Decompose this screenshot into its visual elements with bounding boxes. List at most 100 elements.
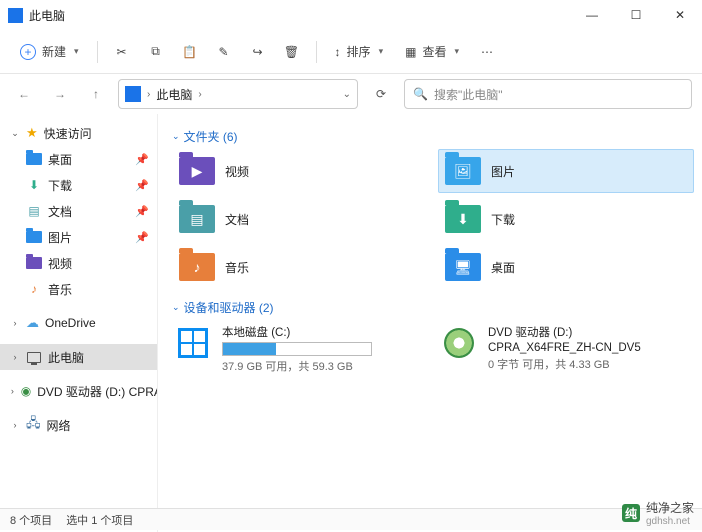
sidebar-item-desktop[interactable]: 桌面 📌 (0, 146, 157, 172)
minimize-button[interactable]: — (570, 0, 614, 30)
watermark-url: gdhsh.net (646, 516, 694, 527)
chevron-right-icon: › (10, 352, 20, 362)
chevron-down-icon: ▾ (74, 46, 79, 57)
rename-button[interactable]: ✎ (208, 36, 240, 68)
copy-button[interactable]: ⧉ (140, 36, 172, 68)
cloud-icon: ☁ (26, 315, 39, 331)
window-controls: — ☐ ✕ (570, 0, 702, 30)
sidebar-item-downloads[interactable]: ⬇ 下载 📌 (0, 172, 157, 198)
sidebar-item-label: 此电脑 (48, 349, 84, 366)
refresh-button[interactable]: ⟳ (366, 79, 396, 109)
group-label: 文件夹 (6) (184, 128, 238, 145)
group-label: 设备和驱动器 (2) (184, 299, 274, 316)
sidebar-item-label: 下载 (48, 177, 72, 194)
sidebar-item-videos[interactable]: 视频 (0, 250, 157, 276)
folder-icon: 🖥 (445, 253, 481, 281)
sidebar-this-pc[interactable]: › 此电脑 (0, 344, 157, 370)
watermark: 纯 纯净之家 gdhsh.net (622, 499, 694, 527)
sidebar-item-pictures[interactable]: 图片 📌 (0, 224, 157, 250)
share-icon: ↪ (253, 45, 263, 59)
folder-icon (26, 151, 42, 167)
up-button[interactable]: ↑ (82, 80, 110, 108)
folder-icon (26, 229, 42, 245)
view-button[interactable]: ▦ 查看 ▾ (395, 36, 469, 68)
breadcrumb[interactable]: 此电脑 (156, 86, 192, 103)
paste-icon: 📋 (182, 45, 197, 59)
close-button[interactable]: ✕ (658, 0, 702, 30)
music-icon: ♪ (26, 281, 42, 297)
pin-icon: 📌 (135, 231, 149, 244)
search-placeholder: 搜索"此电脑" (434, 86, 503, 103)
copy-icon: ⧉ (151, 44, 160, 59)
search-input[interactable]: 🔍 搜索"此电脑" (404, 79, 692, 109)
drive-name: 本地磁盘 (C:) (222, 324, 372, 340)
folder-desktop[interactable]: 🖥 桌面 (438, 245, 694, 289)
folder-downloads[interactable]: ⬇ 下载 (438, 197, 694, 241)
folder-label: 文档 (225, 211, 249, 228)
ellipsis-icon: ⋯ (481, 45, 493, 59)
folder-icon (26, 255, 42, 271)
sidebar-network[interactable]: › 🖧 网络 (0, 412, 157, 438)
sort-icon: ↕ (335, 45, 341, 59)
folder-icon: ▶ (179, 157, 215, 185)
drive-d[interactable]: DVD 驱动器 (D:) CPRA_X64FRE_ZH-CN_DV5 0 字节 … (438, 320, 694, 378)
sidebar-item-label: 音乐 (48, 281, 72, 298)
address-bar[interactable]: › 此电脑 › ⌄ (118, 79, 358, 109)
star-icon: ★ (26, 125, 38, 141)
group-drives[interactable]: ⌄ 设备和驱动器 (2) (172, 299, 694, 316)
folder-pictures[interactable]: 🖼 图片 (438, 149, 694, 193)
sidebar-item-music[interactable]: ♪ 音乐 (0, 276, 157, 302)
paste-button[interactable]: 📋 (174, 36, 206, 68)
separator (316, 41, 317, 63)
forward-button[interactable]: → (46, 80, 74, 108)
sidebar: ⌄ ★ 快速访问 桌面 📌 ⬇ 下载 📌 ▤ 文档 📌 图片 📌 视频 (0, 114, 158, 532)
chevron-down-icon[interactable]: ⌄ (343, 89, 351, 100)
pc-icon (125, 86, 141, 102)
chevron-right-icon: › (198, 89, 201, 100)
download-icon: ⬇ (26, 177, 42, 193)
folder-icon: ▤ (179, 205, 215, 233)
pin-icon: 📌 (135, 205, 149, 218)
sidebar-onedrive[interactable]: › ☁ OneDrive (0, 310, 157, 336)
toolbar: + 新建 ▾ ✂ ⧉ 📋 ✎ ↪ 🗑 ↕ 排序 ▾ ▦ 查看 ▾ ⋯ (0, 30, 702, 74)
disc-icon: ◉ (21, 383, 31, 399)
share-button[interactable]: ↪ (242, 36, 274, 68)
search-icon: 🔍 (413, 87, 428, 101)
sidebar-dvd[interactable]: › ◉ DVD 驱动器 (D:) CPRA_X64FRE_ZH-CN_DV5 (0, 378, 157, 404)
sidebar-item-documents[interactable]: ▤ 文档 📌 (0, 198, 157, 224)
pin-icon: 📌 (135, 179, 149, 192)
folder-icon: ⬇ (445, 205, 481, 233)
rename-icon: ✎ (219, 45, 229, 59)
more-button[interactable]: ⋯ (471, 36, 503, 68)
folder-documents[interactable]: ▤ 文档 (172, 197, 428, 241)
titlebar: 此电脑 — ☐ ✕ (0, 0, 702, 30)
sidebar-quick-access[interactable]: ⌄ ★ 快速访问 (0, 120, 157, 146)
window-title: 此电脑 (29, 7, 65, 24)
document-icon: ▤ (26, 203, 42, 219)
cut-button[interactable]: ✂ (106, 36, 138, 68)
status-bar: 8 个项目 选中 1 个项目 (0, 508, 702, 530)
group-folders[interactable]: ⌄ 文件夹 (6) (172, 128, 694, 145)
main-pane: ⌄ 文件夹 (6) ▶ 视频 🖼 图片 ▤ 文档 ⬇ 下载 ♪ 音乐 (158, 114, 702, 532)
maximize-button[interactable]: ☐ (614, 0, 658, 30)
drive-c[interactable]: 本地磁盘 (C:) 37.9 GB 可用，共 59.3 GB (172, 320, 428, 378)
folder-videos[interactable]: ▶ 视频 (172, 149, 428, 193)
sort-label: 排序 (347, 43, 371, 60)
sidebar-item-label: 图片 (48, 229, 72, 246)
new-button[interactable]: + 新建 ▾ (10, 36, 89, 68)
folder-label: 音乐 (225, 259, 249, 276)
sidebar-item-label: 桌面 (48, 151, 72, 168)
back-button[interactable]: ← (10, 80, 38, 108)
folder-icon: ♪ (179, 253, 215, 281)
new-label: 新建 (42, 43, 66, 60)
sort-button[interactable]: ↕ 排序 ▾ (325, 36, 394, 68)
chevron-down-icon: ⌄ (10, 128, 20, 139)
sidebar-item-label: DVD 驱动器 (D:) CPRA_X64FRE_ZH-CN_DV5 (37, 383, 157, 400)
pc-icon (8, 8, 23, 23)
watermark-name: 纯净之家 (646, 499, 694, 516)
folder-label: 图片 (491, 163, 515, 180)
delete-button[interactable]: 🗑 (276, 36, 308, 68)
chevron-right-icon: › (147, 89, 150, 100)
windows-drive-icon (174, 324, 212, 362)
folder-music[interactable]: ♪ 音乐 (172, 245, 428, 289)
